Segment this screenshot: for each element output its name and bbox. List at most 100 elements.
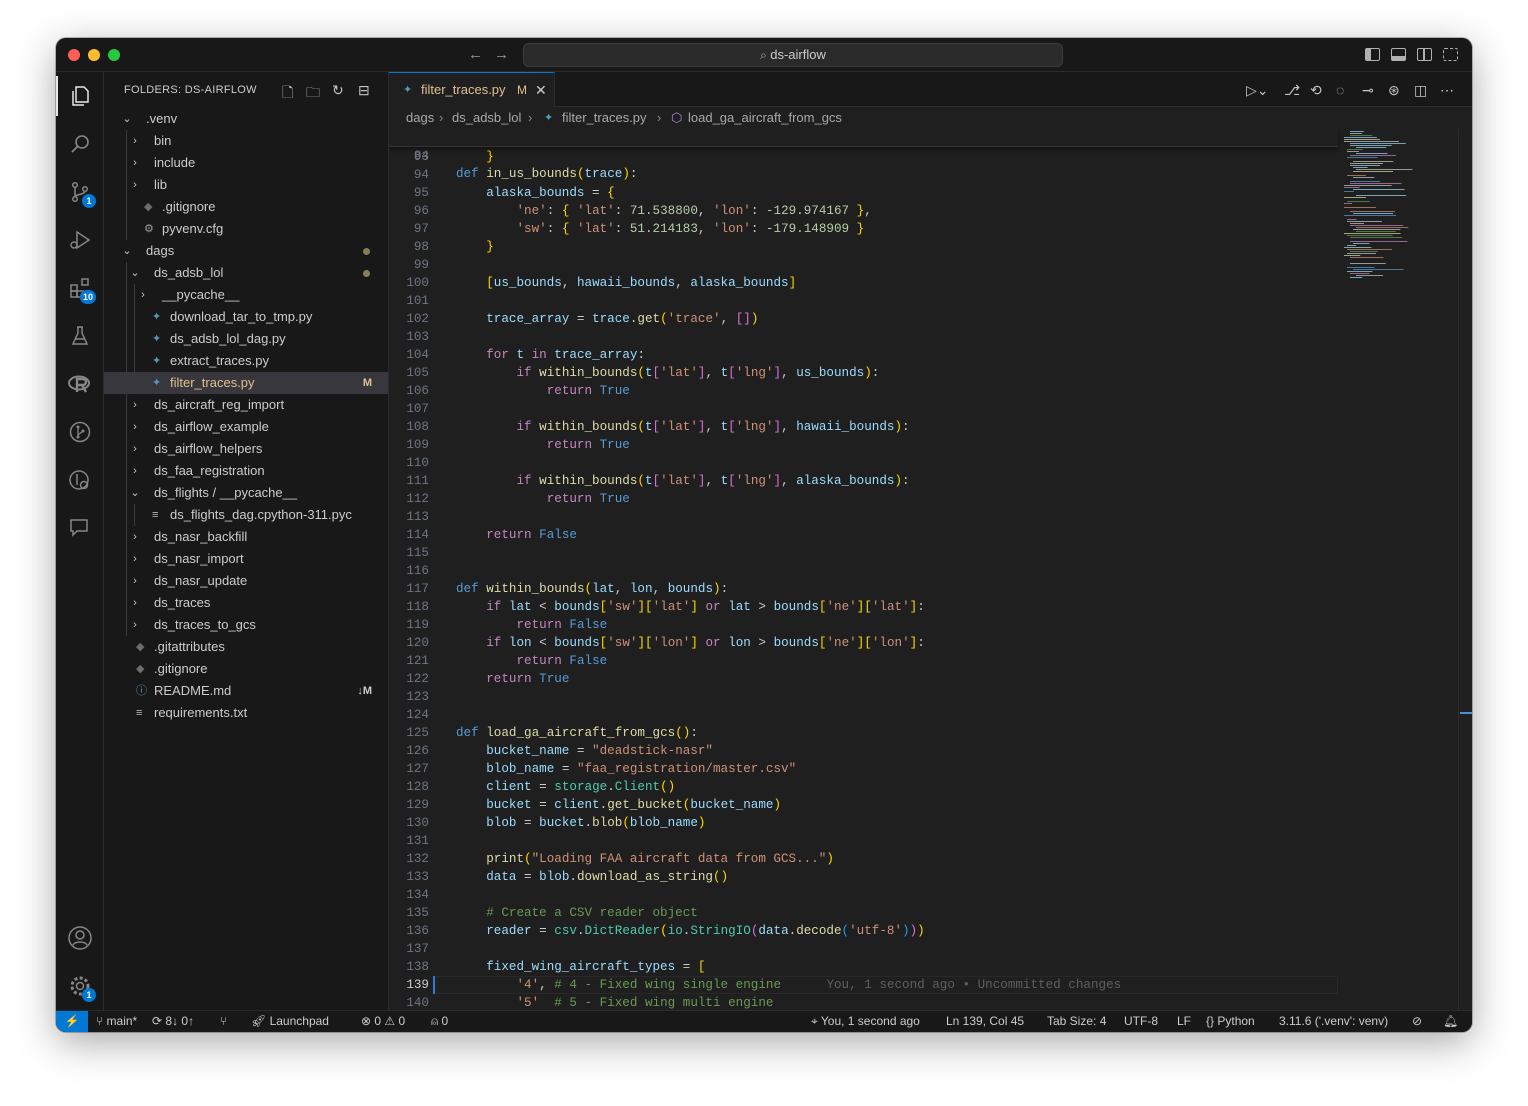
tree-item[interactable]: ⌄ ds_adsb_lol bbox=[104, 262, 388, 284]
blame-item[interactable]: ⌖ You, 1 second ago bbox=[811, 1011, 920, 1032]
tree-item[interactable]: › __pycache__ bbox=[104, 284, 388, 306]
code-line[interactable]: 124 bbox=[389, 706, 1338, 724]
code-line[interactable]: 139 '4', # 4 - Fixed wing single engine Y… bbox=[389, 976, 1338, 994]
sync-item[interactable]: ⟳ 8↓ 0↑ bbox=[152, 1011, 194, 1032]
remote-indicator[interactable]: ⚡ bbox=[56, 1011, 88, 1032]
code-line[interactable]: 132 print("Loading FAA aircraft data fro… bbox=[389, 850, 1338, 868]
code-line[interactable]: 109 return True bbox=[389, 436, 1338, 454]
code-line[interactable]: 122 return True bbox=[389, 670, 1338, 688]
new-file-icon[interactable]: 🗋 bbox=[282, 82, 293, 106]
tree-item[interactable]: ⌄ ds_flights / __pycache__ bbox=[104, 482, 388, 504]
code-line[interactable]: 97 'sw': { 'lat': 51.214183, 'lon': -179… bbox=[389, 220, 1338, 238]
back-arrow-icon[interactable]: ← bbox=[468, 46, 483, 63]
interpreter-item[interactable]: 3.11.6 ('.venv': venv) bbox=[1279, 1011, 1388, 1032]
next-change-icon[interactable]: ⊸ bbox=[1362, 82, 1374, 99]
code-line[interactable]: 110 bbox=[389, 454, 1338, 472]
code-line[interactable]: 114 return False bbox=[389, 526, 1338, 544]
graph-item[interactable]: ⑂ bbox=[220, 1011, 227, 1032]
r-language-activity[interactable] bbox=[56, 364, 104, 404]
customize-layout-icon[interactable] bbox=[1443, 48, 1458, 61]
toggle-panel-icon[interactable] bbox=[1391, 48, 1406, 61]
code-line[interactable]: 104 for t in trace_array: bbox=[389, 346, 1338, 364]
tab-size-item[interactable]: Tab Size: 4 bbox=[1047, 1011, 1106, 1032]
code-line[interactable]: 98 } bbox=[389, 238, 1338, 256]
code-line[interactable]: 128 client = storage.Client() bbox=[389, 778, 1338, 796]
code-line[interactable]: 99 bbox=[389, 256, 1338, 274]
code-line[interactable]: 105 if within_bounds(t['lat'], t['lng'],… bbox=[389, 364, 1338, 382]
code-line[interactable]: 135 # Create a CSV reader object bbox=[389, 904, 1338, 922]
code-line[interactable]: 107 bbox=[389, 400, 1338, 418]
tree-item[interactable]: ◆ .gitattributes bbox=[104, 636, 388, 658]
code-line[interactable]: 119 return False bbox=[389, 616, 1338, 634]
problems-item[interactable]: ⊗ 0 ⚠ 0 bbox=[361, 1011, 405, 1032]
code-line[interactable]: 118 if lat < bounds['sw']['lat'] or lat … bbox=[389, 598, 1338, 616]
ports-item[interactable]: ⍝ 0 bbox=[431, 1011, 448, 1032]
tree-item[interactable]: ◆ .gitignore bbox=[104, 658, 388, 680]
tree-item[interactable]: › ds_airflow_example bbox=[104, 416, 388, 438]
tree-item[interactable]: › ds_aircraft_reg_import bbox=[104, 394, 388, 416]
tree-item[interactable]: ≡ requirements.txt bbox=[104, 702, 388, 724]
explorer-activity[interactable] bbox=[56, 76, 104, 116]
gitlens-inspect-activity[interactable] bbox=[56, 460, 104, 500]
code-line[interactable]: 120 if lon < bounds['sw']['lon'] or lon … bbox=[389, 634, 1338, 652]
tree-item[interactable]: › lib bbox=[104, 174, 388, 196]
code-line[interactable]: 117 def within_bounds(lat, lon, bounds): bbox=[389, 580, 1338, 598]
run-python-file-icon[interactable]: ▷⌄ bbox=[1246, 82, 1269, 99]
split-editor-icon[interactable]: ◫ bbox=[1414, 82, 1427, 99]
gitlens-blame-icon[interactable]: ⊛ bbox=[1388, 82, 1400, 99]
close-window-button[interactable] bbox=[68, 49, 80, 61]
code-line[interactable]: 140 '5' # 5 - Fixed wing multi engine bbox=[389, 994, 1338, 1010]
tree-item[interactable]: ✦ download_tar_to_tmp.py bbox=[104, 306, 388, 328]
toggle-primary-sidebar-icon[interactable] bbox=[1365, 48, 1380, 61]
code-line[interactable]: 111 if within_bounds(t['lat'], t['lng'],… bbox=[389, 472, 1338, 490]
refresh-icon[interactable]: ↻ bbox=[332, 82, 344, 99]
encoding-item[interactable]: UTF-8 bbox=[1124, 1011, 1158, 1032]
breadcrumb-ds-adsb-lol[interactable]: ds_adsb_lol bbox=[452, 107, 521, 129]
code-line[interactable]: 102 trace_array = trace.get('trace', []) bbox=[389, 310, 1338, 328]
code-line[interactable]: 123 bbox=[389, 688, 1338, 706]
minimap[interactable] bbox=[1338, 129, 1458, 279]
code-line[interactable]: 106 return True bbox=[389, 382, 1338, 400]
code-line[interactable]: 108 if within_bounds(t['lat'], t['lng'],… bbox=[389, 418, 1338, 436]
code-line[interactable]: 126 bucket_name = "deadstick-nasr" bbox=[389, 742, 1338, 760]
code-line[interactable]: 137 bbox=[389, 940, 1338, 958]
cursor-position-item[interactable]: Ln 139, Col 45 bbox=[946, 1011, 1024, 1032]
code-line[interactable]: 138 fixed_wing_aircraft_types = [ bbox=[389, 958, 1338, 976]
run-debug-activity[interactable] bbox=[56, 220, 104, 260]
code-line[interactable]: 130 blob = bucket.blob(blob_name) bbox=[389, 814, 1338, 832]
code-line[interactable]: 133 data = blob.download_as_string() bbox=[389, 868, 1338, 886]
copilot-disabled-icon[interactable]: ⊘ bbox=[1412, 1011, 1422, 1032]
open-changes-icon[interactable]: ⎇ bbox=[1284, 82, 1300, 99]
code-line[interactable]: 101 bbox=[389, 292, 1338, 310]
close-icon[interactable]: ✕ bbox=[535, 73, 547, 107]
code-line[interactable]: 134 bbox=[389, 886, 1338, 904]
code-line[interactable]: 93 } bbox=[389, 148, 1338, 166]
code-line[interactable]: 115 bbox=[389, 544, 1338, 562]
code-line[interactable]: 95 alaska_bounds = { bbox=[389, 184, 1338, 202]
breadcrumb-dags[interactable]: dags bbox=[406, 107, 434, 129]
code-editor[interactable]: 84 def in_us_bounds(trace): 93 } 94 95 ala… bbox=[389, 129, 1472, 1010]
code-line[interactable]: 129 bucket = client.get_bucket(bucket_na… bbox=[389, 796, 1338, 814]
previous-change-icon[interactable]: ◌ bbox=[1336, 82, 1344, 98]
launchpad-item[interactable]: 🚀︎ Launchpad bbox=[251, 1011, 329, 1032]
tree-item[interactable]: › ds_traces bbox=[104, 592, 388, 614]
tree-item[interactable]: ⓘ README.md ↓M bbox=[104, 680, 388, 702]
sticky-scroll-line[interactable]: 84 def in_us_bounds(trace): bbox=[389, 129, 1338, 181]
language-item[interactable]: {} Python bbox=[1206, 1011, 1255, 1032]
tree-item[interactable]: › ds_nasr_import bbox=[104, 548, 388, 570]
breadcrumb-symbol[interactable]: load_ga_aircraft_from_gcs bbox=[688, 107, 842, 129]
tab-filter-traces[interactable]: ✦ filter_traces.py M ✕ bbox=[389, 72, 555, 107]
minimize-window-button[interactable] bbox=[88, 49, 100, 61]
tree-item[interactable]: ✦ extract_traces.py bbox=[104, 350, 388, 372]
code-line[interactable]: 125 def load_ga_aircraft_from_gcs(): bbox=[389, 724, 1338, 742]
code-line[interactable]: 116 bbox=[389, 562, 1338, 580]
code-line[interactable]: 131 bbox=[389, 832, 1338, 850]
tree-item[interactable]: ≡ ds_flights_dag.cpython-311.pyc bbox=[104, 504, 388, 526]
tree-item[interactable]: ⌄ dags bbox=[104, 240, 388, 262]
new-folder-icon[interactable]: 🗀 bbox=[306, 82, 320, 106]
manage-activity[interactable]: 1 bbox=[56, 966, 104, 1006]
branch-item[interactable]: ⑂ main* bbox=[96, 1011, 137, 1032]
bell-icon[interactable]: 🔔︎ bbox=[1443, 1011, 1458, 1032]
testing-activity[interactable] bbox=[56, 316, 104, 356]
eol-item[interactable]: LF bbox=[1177, 1011, 1191, 1032]
